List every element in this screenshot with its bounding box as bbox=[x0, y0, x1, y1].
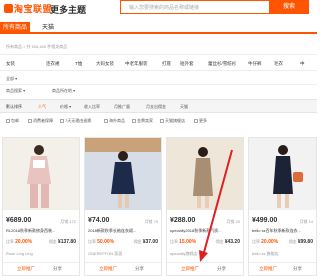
promote-button[interactable]: 立即推广 bbox=[181, 266, 199, 272]
shop-name[interactable]: bello sz 旗舰店 bbox=[252, 251, 279, 257]
sort-tmall[interactable]: 天猫 bbox=[180, 104, 188, 110]
header: 淘宝联盟 更多主题 输入您要搜索的商品名称或链接 搜索 bbox=[0, 0, 317, 22]
checkbox-icon bbox=[6, 119, 10, 123]
search-placeholder: 输入您要搜索的商品名称或链接 bbox=[129, 5, 200, 11]
region-filter[interactable]: 全部 ▾ bbox=[6, 76, 17, 82]
search-button[interactable]: 搜索 bbox=[269, 0, 309, 14]
card-actions: 立即推广 分享 bbox=[3, 262, 79, 275]
check-free-shipping[interactable]: 包邮 bbox=[6, 118, 19, 124]
tab-all-products[interactable]: 所有商品 bbox=[0, 22, 30, 34]
promote-button[interactable]: 立即推广 bbox=[17, 266, 35, 272]
commission-amount: 佣金 ¥99.80 bbox=[288, 239, 313, 245]
taobao-logo-icon bbox=[4, 4, 13, 13]
product-card[interactable]: ¥689.00 月销 172 RL2018秋季新款修身西装... 比率 20.0… bbox=[2, 137, 80, 276]
product-photo bbox=[85, 138, 161, 210]
card-actions: 立即推广 分享 bbox=[249, 262, 316, 275]
check-gold-seller[interactable]: 金牌卖家 bbox=[132, 118, 153, 124]
commission-amount: 佣金 ¥43.20 bbox=[215, 239, 240, 245]
sort-popular[interactable]: 人气 bbox=[38, 104, 46, 110]
commission-rate: 比率 20.00% bbox=[252, 239, 279, 245]
category-sweater[interactable]: 毛衣 bbox=[274, 61, 283, 67]
category-plus-size[interactable]: 大码女装 bbox=[96, 61, 114, 67]
card-actions: 立即推广 分享 bbox=[167, 262, 243, 275]
search-input[interactable]: 输入您要搜索的商品名称或链接 bbox=[120, 0, 270, 14]
category-chiffon[interactable]: 蕾丝衫/雪纺衫 bbox=[208, 61, 236, 67]
shop-name[interactable]: ONEREFFON 家居 bbox=[88, 251, 122, 257]
share-button[interactable]: 分享 bbox=[293, 266, 302, 272]
product-photo bbox=[249, 138, 316, 210]
product-card[interactable]: ¥499.00 月销 14 bello sz百年秋季新款连衣... 比率 20.… bbox=[248, 137, 317, 276]
product-title[interactable]: bello sz百年秋季新款连衣... bbox=[252, 228, 315, 234]
shop-name[interactable]: Rose Ling Ling bbox=[6, 251, 33, 256]
product-price: ¥499.00 bbox=[252, 217, 278, 224]
share-button[interactable]: 分享 bbox=[53, 266, 62, 272]
tab-tmall[interactable]: 天猫 bbox=[38, 22, 58, 34]
site-logo[interactable]: 淘宝联盟 bbox=[4, 2, 52, 15]
product-price: ¥689.00 bbox=[6, 217, 32, 224]
commission-rate: 比率 50.00% bbox=[88, 239, 115, 245]
product-price: ¥288.00 bbox=[170, 217, 196, 224]
commission-amount: 佣金 ¥37.00 bbox=[133, 239, 158, 245]
product-title[interactable]: 2018新款秋季长袖连衣裙... bbox=[88, 228, 160, 234]
checkbox-icon bbox=[194, 119, 198, 123]
promote-button[interactable]: 立即推广 bbox=[99, 266, 117, 272]
share-button[interactable]: 分享 bbox=[217, 266, 226, 272]
check-overseas[interactable]: 海外商品 bbox=[104, 118, 125, 124]
check-tmall-flagship[interactable]: 天猫旗舰店 bbox=[160, 118, 185, 124]
product-sales: 月销 14 bbox=[299, 219, 313, 224]
category-jeans[interactable]: 牛仔裤 bbox=[248, 61, 262, 67]
product-image[interactable] bbox=[167, 138, 243, 210]
category-womens[interactable]: 女装 bbox=[6, 61, 15, 67]
product-card[interactable]: ¥74.00 月销 75 2018新款秋季长袖连衣裙... 比率 50.00% … bbox=[84, 137, 162, 276]
sort-sales[interactable]: 月推广量 bbox=[114, 104, 130, 110]
commission-amount: 佣金 ¥137.80 bbox=[48, 239, 76, 245]
shop-name[interactable]: specially旗舰店 bbox=[170, 251, 197, 257]
sort-bar: 默认排序 人气 价格 ▾ 收入比率 月推广量 月支出佣金 天猫 bbox=[0, 99, 317, 113]
card-actions: 立即推广 分享 bbox=[85, 262, 161, 275]
category-jacket[interactable]: 短外套 bbox=[180, 61, 194, 67]
sort-commission[interactable]: 收入比率 bbox=[84, 104, 100, 110]
checkbox-icon bbox=[132, 119, 136, 123]
divider bbox=[0, 70, 317, 71]
product-sales: 月销 29 bbox=[226, 219, 240, 224]
category-tshirt[interactable]: T恤 bbox=[75, 61, 82, 67]
location-filter[interactable]: 商品所在地 ▾ bbox=[52, 88, 75, 94]
sort-default[interactable]: 默认排序 bbox=[6, 104, 22, 110]
search-filter[interactable]: 商品搜索 ▾ bbox=[6, 88, 25, 94]
product-price: ¥74.00 bbox=[88, 217, 110, 224]
breadcrumb: 所有商品 > 共 526,400 件相关商品 bbox=[6, 44, 68, 49]
tab-bar: 所有商品 天猫 bbox=[0, 22, 317, 34]
checkbox-icon bbox=[104, 119, 108, 123]
sort-rate[interactable]: 月支出佣金 bbox=[146, 104, 166, 110]
category-base[interactable]: 打底 bbox=[162, 61, 171, 67]
checkbox-icon bbox=[28, 119, 32, 123]
product-image[interactable] bbox=[249, 138, 316, 210]
share-button[interactable]: 分享 bbox=[135, 266, 144, 272]
product-card[interactable]: ¥288.00 月销 29 specially2018秋季新款气质... 比率 … bbox=[166, 137, 244, 276]
check-more[interactable]: 更多 bbox=[194, 118, 207, 124]
commission-rate: 比率 20.00% bbox=[6, 239, 33, 245]
promote-button[interactable]: 立即推广 bbox=[259, 266, 277, 272]
check-7day-return[interactable]: 7天无理由退换 bbox=[60, 118, 91, 124]
product-sales: 月销 75 bbox=[144, 219, 158, 224]
sort-price[interactable]: 价格 ▾ bbox=[60, 104, 71, 110]
category-more[interactable]: 中 bbox=[300, 61, 305, 67]
check-consumer-protection[interactable]: 消费者保障 bbox=[28, 118, 53, 124]
product-photo bbox=[3, 138, 79, 210]
checkbox-icon bbox=[60, 119, 64, 123]
product-title[interactable]: specially2018秋季新款气质... bbox=[170, 228, 242, 234]
checkbox-icon bbox=[160, 119, 164, 123]
product-title[interactable]: RL2018秋季新款修身西装... bbox=[6, 228, 78, 234]
product-sales: 月销 172 bbox=[60, 219, 76, 224]
product-photo bbox=[167, 138, 243, 210]
divider bbox=[0, 54, 317, 55]
product-image[interactable] bbox=[85, 138, 161, 210]
category-elderly[interactable]: 中老年服装 bbox=[125, 61, 148, 67]
divider bbox=[0, 84, 317, 85]
more-themes-link[interactable]: 更多主题 bbox=[50, 3, 86, 16]
commission-rate: 比率 15.00% bbox=[170, 239, 197, 245]
product-image[interactable] bbox=[3, 138, 79, 210]
category-dress[interactable]: 连衣裙 bbox=[46, 61, 60, 67]
